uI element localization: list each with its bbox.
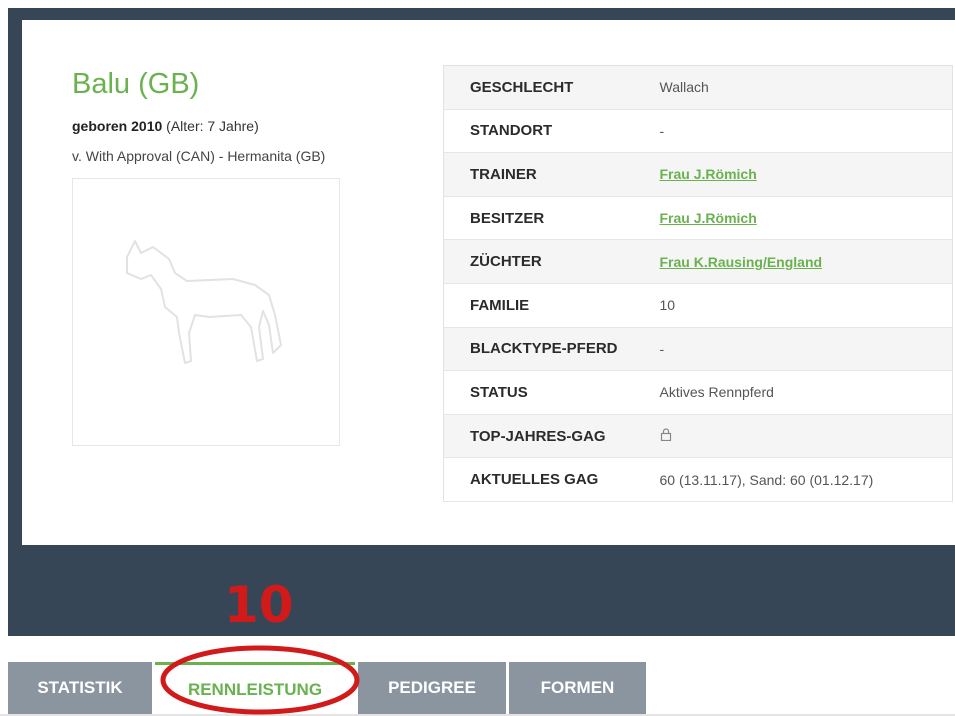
info-value-cell: 60 (13.11.17), Sand: 60 (01.12.17) [633, 457, 953, 502]
info-value: - [659, 340, 665, 357]
pedigree-line: v. With Approval (CAN) - Hermanita (GB) [72, 148, 326, 164]
info-value: 60 (13.11.17), Sand: 60 (01.12.17) [659, 471, 874, 488]
info-key: ZÜCHTER [443, 239, 634, 284]
info-link[interactable]: Frau J.Römich [660, 166, 757, 182]
horse-image-placeholder [72, 178, 340, 446]
info-key: TRAINER [443, 152, 634, 197]
info-row: FAMILIE 10 [443, 283, 953, 328]
info-value-cell: Frau J.Römich [633, 152, 953, 197]
info-value-cell: Aktives Rennpferd [633, 370, 953, 415]
info-row: BLACKTYPE-PFERD - [443, 327, 953, 372]
horse-info-table: GESCHLECHT Wallach STANDORT - TRAINER Frau J.… [443, 65, 953, 502]
info-link[interactable]: Frau J.Römich [660, 210, 757, 226]
info-key: FAMILIE [443, 283, 634, 328]
info-value-cell [633, 414, 953, 459]
born-year: geboren 2010 [72, 118, 163, 134]
info-row: ZÜCHTER Frau K.Rausing/England [443, 239, 953, 284]
info-row: AKTUELLES GAG 60 (13.11.17), Sand: 60 (01… [443, 457, 953, 502]
info-value-cell: Frau J.Römich [633, 196, 953, 241]
info-value: 10 [659, 297, 676, 314]
info-link[interactable]: Frau K.Rausing/England [660, 254, 823, 270]
info-key: BESITZER [443, 196, 634, 241]
tab-statistik[interactable]: STATISTIK [8, 662, 152, 714]
annotation-step-number: 10 [224, 576, 294, 634]
info-key: TOP-JAHRES-GAG [443, 414, 634, 459]
top-strip [0, 0, 955, 8]
tab-pedigree[interactable]: PEDIGREE [358, 662, 506, 714]
info-row: GESCHLECHT Wallach [443, 65, 953, 110]
info-value: Wallach [659, 79, 709, 96]
annotation-highlight-circle [160, 645, 360, 715]
tab-formen[interactable]: FORMEN [509, 662, 646, 714]
info-key: GESCHLECHT [443, 65, 634, 110]
info-value-cell: - [633, 327, 953, 372]
info-key: AKTUELLES GAG [443, 457, 634, 502]
info-value-cell: Wallach [633, 65, 953, 110]
info-row: BESITZER Frau J.Römich [443, 196, 953, 241]
info-value-cell: Frau K.Rausing/England [633, 239, 953, 284]
horse-name: Balu (GB) [72, 68, 200, 100]
lock-icon [660, 428, 672, 444]
info-value-cell: 10 [633, 283, 953, 328]
info-value: Aktives Rennpferd [659, 384, 774, 401]
info-key: BLACKTYPE-PFERD [443, 327, 634, 372]
info-row: TRAINER Frau J.Römich [443, 152, 953, 197]
horse-silhouette-icon [126, 240, 282, 364]
info-row: TOP-JAHRES-GAG [443, 414, 953, 459]
info-row: STANDORT - [443, 109, 953, 154]
info-value: - [659, 122, 665, 139]
info-value-cell: - [633, 109, 953, 154]
info-key: STANDORT [443, 109, 634, 154]
info-row: STATUS Aktives Rennpferd [443, 370, 953, 415]
born-line: geboren 2010 (Alter: 7 Jahre) [72, 118, 259, 134]
horse-age: (Alter: 7 Jahre) [162, 118, 259, 134]
info-key: STATUS [443, 370, 634, 415]
